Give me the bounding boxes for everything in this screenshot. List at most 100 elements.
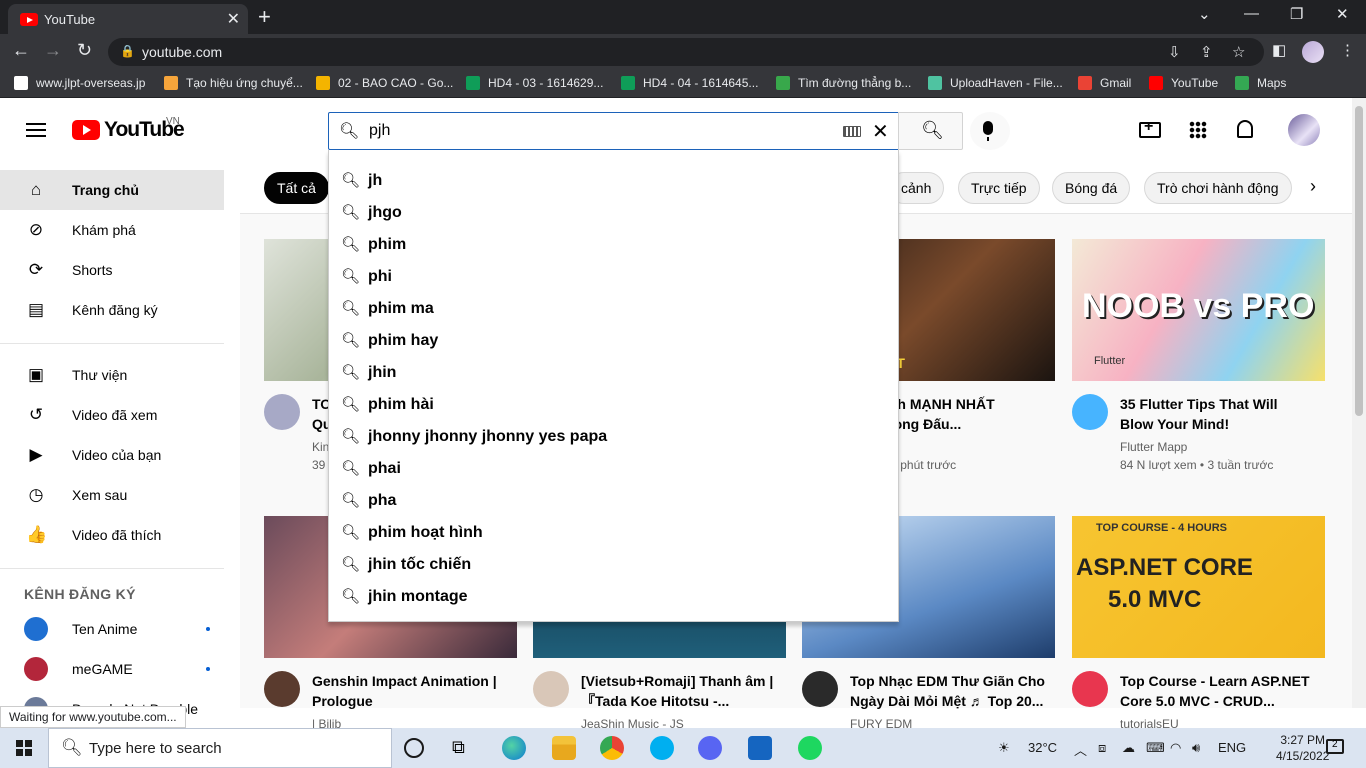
skype-icon[interactable] (650, 736, 674, 760)
sidebar-item[interactable]: ⟳ Shorts (0, 250, 224, 290)
spotify-icon[interactable] (798, 736, 822, 760)
search-suggestion[interactable]: 🔍︎ jhonny jhonny jhonny yes papa (329, 421, 898, 453)
edge-icon[interactable] (502, 736, 526, 760)
bookmark-item[interactable]: Tìm đường thẳng b... (776, 76, 911, 90)
sidebar-item[interactable]: ▶ Video của bạn (0, 435, 224, 475)
weather-temp[interactable]: 32°C (1028, 740, 1057, 755)
search-suggestion[interactable]: 🔍︎ phim (329, 229, 898, 261)
chrome-icon[interactable] (600, 736, 624, 760)
avatar[interactable] (1288, 114, 1320, 146)
filter-chip[interactable]: Trò chơi hành động (1144, 172, 1292, 204)
sidebar-item[interactable]: ⊘ Khám phá (0, 210, 224, 250)
bookmark-item[interactable]: Tạo hiệu ứng chuyể... (164, 76, 303, 90)
forward-icon[interactable]: → (44, 40, 62, 61)
bookmark-item[interactable]: Maps (1235, 76, 1286, 90)
scrollbar-thumb[interactable] (1355, 106, 1363, 416)
search-suggestion[interactable]: 🔍︎ phim hay (329, 325, 898, 357)
browser-tab[interactable]: YouTube ✕ (8, 4, 248, 34)
video-thumbnail[interactable]: TOP COURSE - 4 HOURS ASP.NET CORE 5.0 MVC (1072, 516, 1325, 658)
cortana-icon[interactable] (404, 738, 424, 758)
bookmark-item[interactable]: HD4 - 03 - 1614629... (466, 76, 603, 90)
search-suggestion[interactable]: 🔍︎ phai (329, 453, 898, 485)
video-title[interactable]: 35 Flutter Tips That Will Blow Your Mind… (1120, 394, 1315, 434)
channel-name[interactable]: Kin (312, 440, 329, 454)
install-app-icon[interactable]: ⇩ (1168, 43, 1181, 61)
windows-start-icon[interactable] (16, 740, 32, 756)
search-suggestion[interactable]: 🔍︎ phim hoạt hình (329, 517, 898, 549)
bookmark-item[interactable]: YouTube (1149, 76, 1218, 90)
sidebar-item[interactable]: ⌂ Trang chủ (0, 170, 224, 210)
search-suggestion[interactable]: 🔍︎ jhgo (329, 197, 898, 229)
search-suggestion[interactable]: 🔍︎ phi (329, 261, 898, 293)
bookmark-item[interactable]: www.jlpt-overseas.jp (14, 76, 145, 90)
task-view-icon[interactable]: ⧉ (452, 737, 476, 761)
search-suggestion[interactable]: 🔍︎ jhin (329, 357, 898, 389)
channel-name[interactable]: Flutter Mapp (1120, 440, 1187, 454)
search-suggestion[interactable]: 🔍︎ pha (329, 485, 898, 517)
filter-chip[interactable]: Trực tiếp (958, 172, 1040, 204)
close-tab-icon[interactable]: ✕ (227, 9, 240, 29)
sidebar-item[interactable]: ↺ Video đã xem (0, 395, 224, 435)
search-input-value[interactable]: pjh (369, 122, 390, 140)
subscription-item[interactable]: meGAME (0, 649, 224, 689)
clear-search-icon[interactable]: ✕ (872, 119, 889, 144)
tab-search-icon[interactable]: ⌄ (1198, 5, 1211, 23)
sidebar-item[interactable]: ▣ Thư viện (0, 355, 224, 395)
channel-avatar[interactable] (1072, 671, 1108, 707)
new-tab-icon[interactable]: + (258, 4, 271, 30)
filter-chip[interactable]: Bóng đá (1052, 172, 1131, 204)
unikey-icon[interactable] (748, 736, 772, 760)
bookmark-item[interactable]: Gmail (1078, 76, 1131, 90)
filter-chip[interactable]: Tất cả (264, 172, 329, 204)
channel-avatar[interactable] (802, 671, 838, 707)
minimize-icon[interactable]: — (1244, 5, 1259, 22)
taskbar-search-box[interactable]: 🔍︎ Type here to search (48, 728, 392, 768)
weather-icon[interactable]: ☀︎ (998, 740, 1010, 756)
close-window-icon[interactable]: ✕ (1336, 5, 1349, 23)
video-title[interactable]: [Vietsub+Romaji] Thanh âm | 『Tada Koe Hi… (581, 671, 776, 711)
tray-app-icon[interactable]: ⧈ (1098, 740, 1106, 756)
wifi-icon[interactable]: ◠ (1170, 740, 1181, 756)
input-method-icon[interactable]: ⌨ (1146, 740, 1165, 756)
channel-avatar[interactable] (264, 671, 300, 707)
video-title[interactable]: Top Nhạc EDM Thư Giãn Cho Ngày Dài Mỏi M… (850, 671, 1045, 711)
sidebar-item[interactable]: 👍 Video đã thích (0, 515, 224, 555)
search-suggestion[interactable]: 🔍︎ jhin tốc chiến (329, 549, 898, 581)
video-thumbnail[interactable]: NOOB vs PRO Flutter (1072, 239, 1325, 381)
keyboard-icon[interactable] (843, 126, 861, 137)
chrome-menu-icon[interactable]: ⋮ (1340, 41, 1355, 59)
voice-search-button[interactable] (970, 112, 1010, 150)
address-bar[interactable]: 🔒 youtube.com ⇩ ⇪ ☆ (108, 38, 1264, 66)
reload-icon[interactable]: ↻ (77, 40, 92, 61)
youtube-logo-icon[interactable] (72, 120, 100, 140)
tray-chevron-icon[interactable]: ︿ (1074, 740, 1087, 759)
lock-icon[interactable]: 🔒 (120, 44, 135, 58)
notification-center-icon[interactable]: 2 (1326, 739, 1344, 754)
menu-hamburger-icon[interactable] (26, 123, 46, 137)
back-icon[interactable]: ← (12, 40, 30, 61)
taskbar-search-placeholder[interactable]: Type here to search (89, 740, 222, 757)
video-title[interactable]: Top Course - Learn ASP.NET Core 5.0 MVC … (1120, 671, 1315, 711)
channel-avatar[interactable] (533, 671, 569, 707)
create-video-icon[interactable] (1139, 118, 1161, 138)
page-scrollbar[interactable] (1352, 98, 1366, 708)
taskbar-clock[interactable]: 3:27 PM 4/15/2022 (1276, 732, 1329, 764)
search-button[interactable]: 🔍︎ (898, 112, 963, 150)
file-explorer-icon[interactable] (552, 736, 576, 760)
apps-grid-icon[interactable] (1189, 121, 1207, 139)
share-icon[interactable]: ⇪ (1200, 43, 1213, 61)
bookmark-item[interactable]: 02 - BAO CAO - Go... (316, 76, 453, 90)
maximize-icon[interactable]: ❐ (1290, 5, 1303, 23)
language-indicator[interactable]: ENG (1218, 740, 1246, 755)
search-suggestion[interactable]: 🔍︎ phim hài (329, 389, 898, 421)
search-input[interactable]: 🔍︎ pjh ✕ (328, 112, 899, 150)
side-panel-icon[interactable]: ◧ (1272, 41, 1286, 59)
bookmark-item[interactable]: HD4 - 04 - 1614645... (621, 76, 758, 90)
search-suggestion[interactable]: 🔍︎ jh (329, 165, 898, 197)
bookmark-star-icon[interactable]: ☆ (1232, 43, 1245, 61)
chrome-profile-avatar[interactable] (1302, 41, 1324, 63)
onedrive-icon[interactable]: ☁︎ (1122, 740, 1135, 756)
sidebar-item[interactable]: ▤ Kênh đăng ký (0, 290, 224, 330)
video-title[interactable]: Genshin Impact Animation | Prologue (312, 671, 507, 711)
search-suggestion[interactable]: 🔍︎ jhin montage (329, 581, 898, 613)
